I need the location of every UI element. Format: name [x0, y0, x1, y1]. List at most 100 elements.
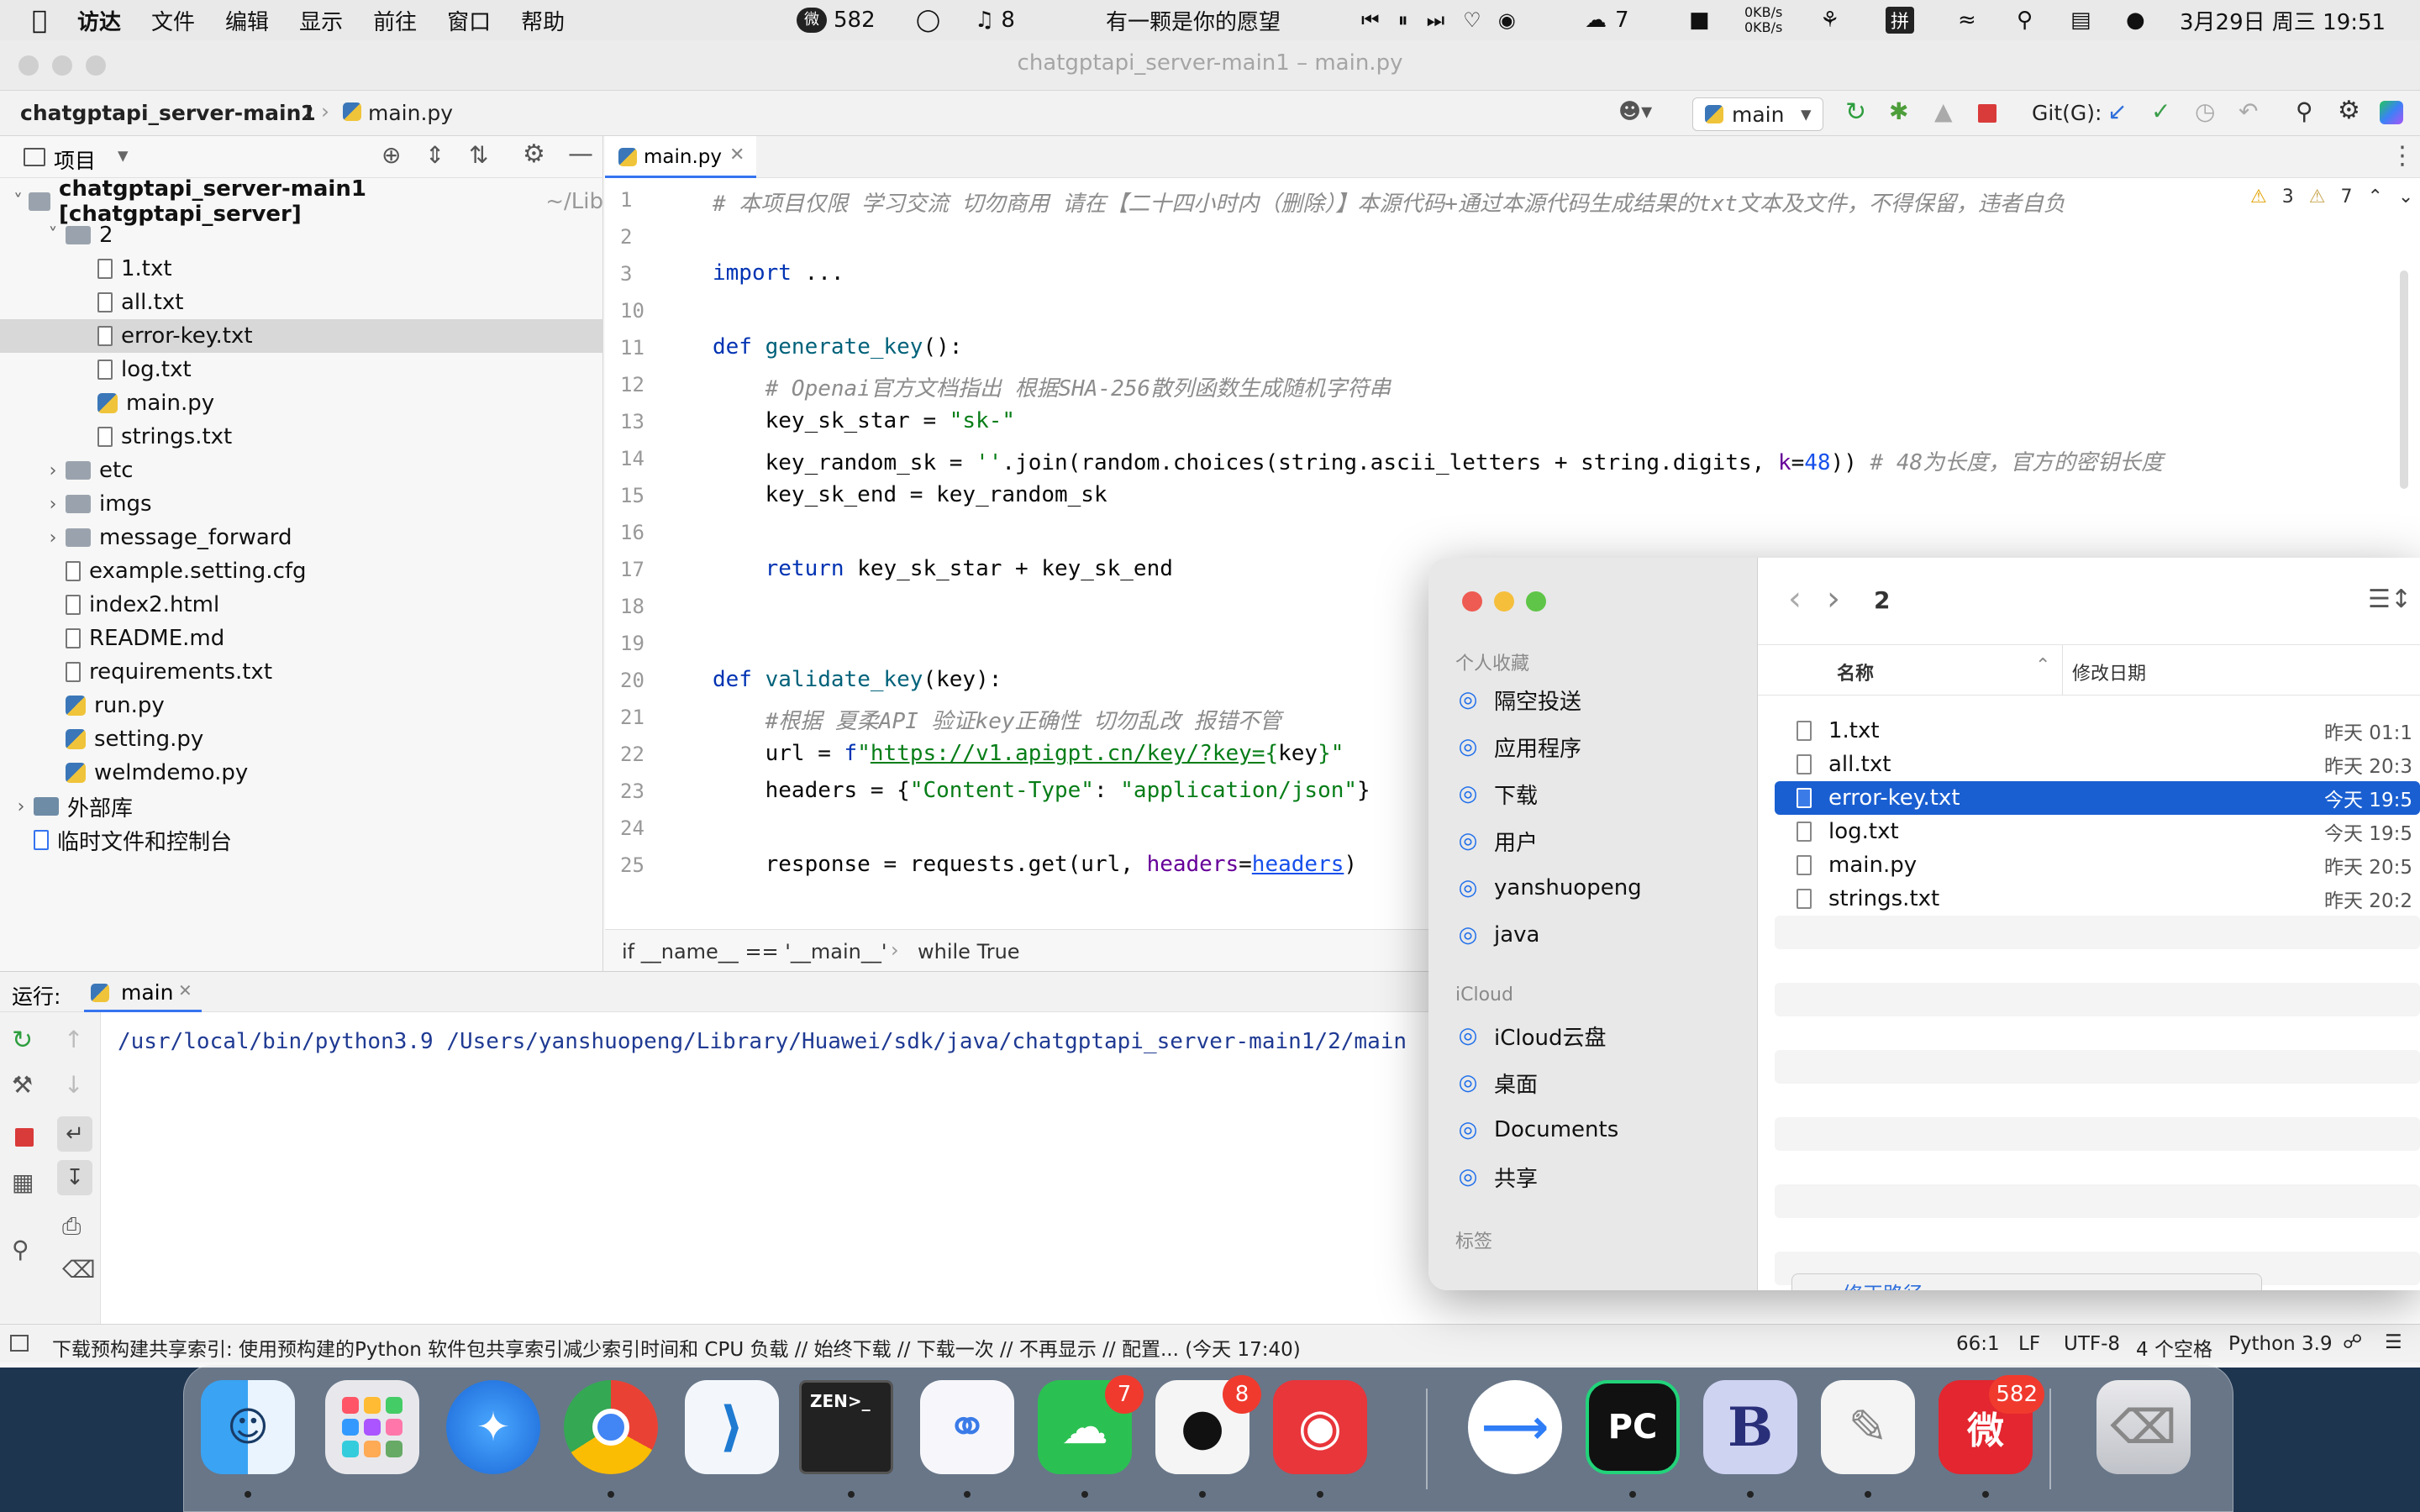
- sidebar-item[interactable]: ◎ Documents: [1455, 1109, 1619, 1151]
- editor-scrollbar[interactable]: [2400, 270, 2408, 489]
- gear-icon[interactable]: ⚙: [2338, 96, 2360, 125]
- peek-button[interactable]: 修正路径: [1791, 1273, 2262, 1290]
- code-line[interactable]: key_sk_star = "sk-": [713, 408, 1015, 433]
- netease-music-dock-icon[interactable]: ◉: [1273, 1380, 1367, 1474]
- tree-item[interactable]: ˅ chatgptapi_server-main1 [chatgptapi_ser…: [0, 176, 603, 227]
- pause-icon[interactable]: ⏸: [1398, 8, 1408, 32]
- ide-logo-icon[interactable]: [2380, 101, 2403, 124]
- tree-item[interactable]: › imgs: [0, 487, 603, 521]
- tree-item[interactable]: error-key.txt: [0, 319, 603, 353]
- tree-item[interactable]: strings.txt: [0, 420, 603, 454]
- toggle-tool-windows-icon[interactable]: [10, 1335, 29, 1352]
- tree-item[interactable]: › etc: [0, 454, 603, 487]
- menu-go[interactable]: 前往: [373, 5, 417, 36]
- nav-folder[interactable]: 2: [301, 101, 314, 125]
- wechat-status[interactable]: ☁ 7: [1585, 0, 1629, 40]
- code-line[interactable]: key_random_sk = ''.join(random.choices(s…: [713, 445, 2164, 476]
- safari-dock-icon[interactable]: ✦: [446, 1380, 540, 1474]
- remote-desktop-dock-icon[interactable]: ⟶: [1468, 1380, 1562, 1474]
- bbedit-dock-icon[interactable]: B: [1703, 1380, 1797, 1474]
- code-line[interactable]: key_sk_end = key_random_sk: [713, 482, 1107, 507]
- layout-icon[interactable]: ▦: [12, 1168, 34, 1196]
- cat-icon[interactable]: ■: [1689, 0, 1710, 40]
- git-history-icon[interactable]: ◷: [2195, 97, 2215, 125]
- sidebar-item[interactable]: ◎ 共享: [1455, 1156, 1538, 1198]
- tree-item[interactable]: all.txt: [0, 286, 603, 319]
- tree-item[interactable]: › message_forward: [0, 521, 603, 554]
- spotlight-icon[interactable]: ⚲: [2017, 0, 2033, 40]
- crumb-if-main[interactable]: if __name__ == '__main__': [622, 940, 886, 963]
- profile-icon[interactable]: ▲: [1934, 97, 1953, 125]
- menu-app[interactable]: 访达: [77, 5, 121, 36]
- menubar-clock[interactable]: 3月29日 周三 19:51: [2180, 0, 2386, 40]
- tree-item[interactable]: README.md: [0, 622, 603, 655]
- baidu-netdisk-dock-icon[interactable]: ⚭: [920, 1380, 1014, 1474]
- view-options-icon[interactable]: ☰↕: [2368, 585, 2412, 614]
- chevron-right-icon[interactable]: ›: [40, 528, 66, 549]
- code-line[interactable]: headers = {"Content-Type": "application/…: [713, 778, 1370, 803]
- cursor-position[interactable]: 66:1: [1956, 1333, 2000, 1355]
- tree-item[interactable]: › 外部库: [0, 790, 603, 823]
- search-icon[interactable]: ⚲: [2296, 97, 2313, 125]
- code-line[interactable]: #根据 夏柔API 验证key正确性 切勿乱改 报错不管: [713, 704, 1281, 735]
- scroll-to-end-icon[interactable]: ↧: [57, 1160, 92, 1195]
- more-options-icon[interactable]: ⋮: [2390, 141, 2415, 171]
- column-divider[interactable]: [2062, 645, 2063, 696]
- run-tab-main[interactable]: main ✕: [84, 972, 202, 1012]
- rerun-icon[interactable]: ↻: [1845, 97, 1866, 127]
- run-config-select[interactable]: main ▾: [1692, 97, 1823, 131]
- debug-icon[interactable]: ✱: [1889, 97, 1908, 125]
- line-separator[interactable]: LF: [2018, 1333, 2040, 1355]
- locate-icon[interactable]: ⊕: [381, 141, 401, 169]
- tree-item[interactable]: run.py: [0, 689, 603, 722]
- file-encoding[interactable]: UTF-8: [2064, 1333, 2120, 1355]
- qq-dock-icon[interactable]: ● 8: [1155, 1375, 1261, 1474]
- chevron-right-icon[interactable]: ›: [8, 796, 34, 817]
- indent-setting[interactable]: 4 个空格: [2136, 1333, 2212, 1362]
- chevron-down-icon[interactable]: ▾: [118, 143, 129, 167]
- sidebar-item[interactable]: ◎ 下载: [1455, 773, 1538, 815]
- stop-icon[interactable]: [15, 1128, 34, 1147]
- trash-icon[interactable]: ⌫: [62, 1256, 96, 1284]
- menu-file[interactable]: 文件: [151, 5, 195, 36]
- chevron-up-icon[interactable]: ⌃: [2367, 186, 2382, 207]
- menu-window[interactable]: 窗口: [447, 5, 491, 36]
- file-row[interactable]: log.txt 今天 19:5: [1775, 815, 2420, 848]
- terminal-dock-icon[interactable]: ZEN>_: [799, 1380, 893, 1474]
- lock-icon[interactable]: ☍: [2343, 1331, 2362, 1353]
- file-row[interactable]: all.txt 昨天 20:3: [1775, 748, 2420, 781]
- input-method[interactable]: 拼: [1886, 0, 1915, 40]
- sidebar-item[interactable]: ◎ 用户: [1455, 820, 1538, 862]
- status-message[interactable]: 下载预构建共享索引: 使用预构建的Python 软件包共享索引减少索引时间和 C…: [52, 1333, 1301, 1362]
- weibo-status[interactable]: 微 582: [797, 0, 876, 40]
- minimize-window-button[interactable]: [1494, 591, 1514, 612]
- pin-icon[interactable]: ⚲: [12, 1236, 29, 1263]
- chevron-right-icon[interactable]: ›: [40, 494, 66, 515]
- print-icon[interactable]: ⎙: [62, 1212, 81, 1241]
- column-name[interactable]: 名称: [1837, 659, 1874, 685]
- tree-item[interactable]: example.setting.cfg: [0, 554, 603, 588]
- crumb-while-true[interactable]: while True: [918, 940, 1020, 963]
- shield-status-icon[interactable]: ◯: [916, 0, 940, 40]
- expand-all-icon[interactable]: ⇕: [425, 141, 445, 169]
- up-arrow-icon[interactable]: ↑: [64, 1026, 83, 1053]
- tree-item[interactable]: index2.html: [0, 588, 603, 622]
- tree-item[interactable]: welmdemo.py: [0, 756, 603, 790]
- rerun-icon[interactable]: ↻: [12, 1026, 33, 1055]
- code-line[interactable]: def generate_key():: [713, 334, 962, 360]
- menu-edit[interactable]: 编辑: [225, 5, 269, 36]
- sidebar-item[interactable]: ◎ 桌面: [1455, 1062, 1538, 1104]
- chevron-down-icon[interactable]: ˅: [40, 225, 66, 246]
- netease-music-icon[interactable]: ◉: [1498, 8, 1516, 32]
- sidebar-item[interactable]: ◎ 应用程序: [1455, 726, 1581, 768]
- close-window-button[interactable]: [1462, 591, 1482, 612]
- code-line[interactable]: import ...: [713, 260, 844, 286]
- nav-project[interactable]: chatgptapi_server-main1: [20, 101, 316, 125]
- wechat-dock-icon[interactable]: ☁ 7: [1038, 1375, 1144, 1474]
- trash-dock-icon[interactable]: ⌫: [2096, 1380, 2191, 1474]
- previous-icon[interactable]: ⏮: [1361, 8, 1380, 32]
- tree-item[interactable]: 临时文件和控制台: [0, 823, 603, 857]
- stop-icon[interactable]: [1978, 104, 1996, 123]
- tab-main-py[interactable]: main.py ✕: [605, 136, 756, 178]
- notification-status[interactable]: ♫ 8: [975, 0, 1015, 40]
